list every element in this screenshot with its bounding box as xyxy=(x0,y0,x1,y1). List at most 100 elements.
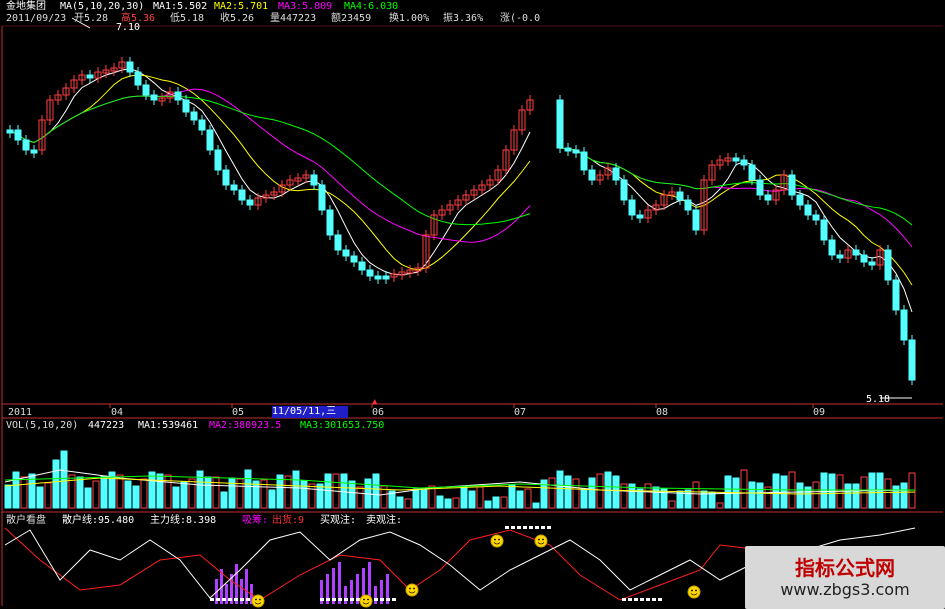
volume-bar xyxy=(20,476,28,509)
smiley-face xyxy=(490,534,504,548)
volume-bar xyxy=(300,480,308,509)
volume-bar xyxy=(196,470,204,509)
volume-bar xyxy=(164,474,172,509)
ma2-label: MA2:5.701 xyxy=(214,1,269,12)
candle-body xyxy=(198,119,206,131)
ma-params: MA(5,10,20,30) xyxy=(60,1,145,12)
volume-bar xyxy=(484,500,492,509)
volume-bar xyxy=(612,475,620,509)
candle-body xyxy=(334,234,342,251)
ma2-line xyxy=(9,74,531,271)
volume-bar xyxy=(348,480,356,509)
volume-bar xyxy=(100,475,108,509)
smiley-eye xyxy=(409,587,411,590)
peak-price-label: 7.10 xyxy=(116,22,141,33)
smiley-eye xyxy=(695,589,697,592)
volume-bar xyxy=(452,497,460,509)
candle-body xyxy=(628,199,636,216)
candle-body xyxy=(620,179,628,201)
signal-marker xyxy=(640,598,644,601)
ma3-label: MA3:5.809 xyxy=(278,1,333,12)
volume-bar xyxy=(820,472,828,509)
signal-marker xyxy=(338,598,342,601)
signal-marker xyxy=(529,526,533,529)
volume-bar xyxy=(252,480,260,509)
volume-bar xyxy=(436,495,444,509)
volume-bar xyxy=(420,488,428,509)
volume-bar xyxy=(652,486,660,509)
signal-marker xyxy=(541,526,545,529)
signal-marker xyxy=(332,598,336,601)
candle-body xyxy=(222,169,230,186)
candle-body xyxy=(238,189,246,201)
signal-marker xyxy=(356,598,360,601)
volume-bar xyxy=(524,488,532,509)
volume-bar xyxy=(44,482,52,509)
signal-marker xyxy=(652,598,656,601)
trough-price-label: 5.18 xyxy=(866,394,891,405)
watermark-title: 指标公式网 xyxy=(795,556,895,580)
candle-body xyxy=(796,194,804,206)
axis-month-label: 08 xyxy=(656,407,669,418)
candle-body xyxy=(382,275,390,280)
indicator-name: 散户看盘 xyxy=(6,515,46,526)
volume-bar xyxy=(580,488,588,509)
signal-marker xyxy=(386,598,390,601)
axis-month-label: 05 xyxy=(232,407,245,418)
chart-canvas[interactable] xyxy=(0,0,945,609)
candle-body xyxy=(310,174,318,186)
volume-bar xyxy=(172,486,180,509)
signal-marker xyxy=(547,526,551,529)
candle-body xyxy=(572,149,580,154)
candle-body xyxy=(612,167,620,181)
candle-body xyxy=(852,249,860,256)
smiley-face xyxy=(687,585,701,599)
volume-bar xyxy=(844,483,852,509)
retail-line-value: 散户线:95.480 xyxy=(62,515,135,526)
volume-bar xyxy=(500,496,508,509)
ma4-label: MA4:6.030 xyxy=(344,1,399,12)
signal-marker xyxy=(523,526,527,529)
smiley-icon xyxy=(490,534,504,548)
candle-body xyxy=(556,99,564,149)
candle-body xyxy=(636,214,644,219)
volume-bar xyxy=(764,486,772,509)
volume-bar xyxy=(756,482,764,509)
volume-bar xyxy=(396,496,404,509)
volume-bar xyxy=(116,474,124,509)
volume-bar xyxy=(708,491,716,509)
wash-bar xyxy=(344,586,347,604)
stock-name: 金地集团 xyxy=(6,1,46,12)
smiley-eye xyxy=(259,598,261,601)
volume-bar xyxy=(268,489,276,509)
smiley-icon xyxy=(534,534,548,548)
volume-bar xyxy=(12,471,20,509)
sell-watch-label: 卖观注: xyxy=(366,515,403,526)
volume-bar xyxy=(684,489,692,509)
vol-ma2: MA2:380923.5 xyxy=(209,420,282,431)
candle-body xyxy=(692,209,700,231)
smiley-eye xyxy=(498,538,500,541)
smiley-eye xyxy=(367,598,369,601)
signal-marker xyxy=(320,598,324,601)
candle-body xyxy=(732,157,740,162)
candle-body xyxy=(676,191,684,201)
volume-bar xyxy=(716,502,724,509)
signal-marker xyxy=(535,526,539,529)
axis-month-label: 2011 xyxy=(8,407,33,418)
signal-marker xyxy=(511,526,515,529)
watermark-url: www.zbgs3.com xyxy=(780,580,910,599)
candle-body xyxy=(820,219,828,241)
smiley-eye xyxy=(255,598,257,601)
candle-body xyxy=(892,279,900,311)
quote-amplitude: 振3.36% xyxy=(443,13,484,24)
candle-body xyxy=(900,309,908,341)
volume-bar xyxy=(316,483,324,509)
volume-bar xyxy=(476,486,484,509)
smiley-eye xyxy=(691,589,693,592)
ma1-line xyxy=(9,68,531,276)
signal-marker xyxy=(634,598,638,601)
candle-body xyxy=(126,61,134,73)
volume-bar xyxy=(36,486,44,509)
ma3-line xyxy=(9,88,531,243)
